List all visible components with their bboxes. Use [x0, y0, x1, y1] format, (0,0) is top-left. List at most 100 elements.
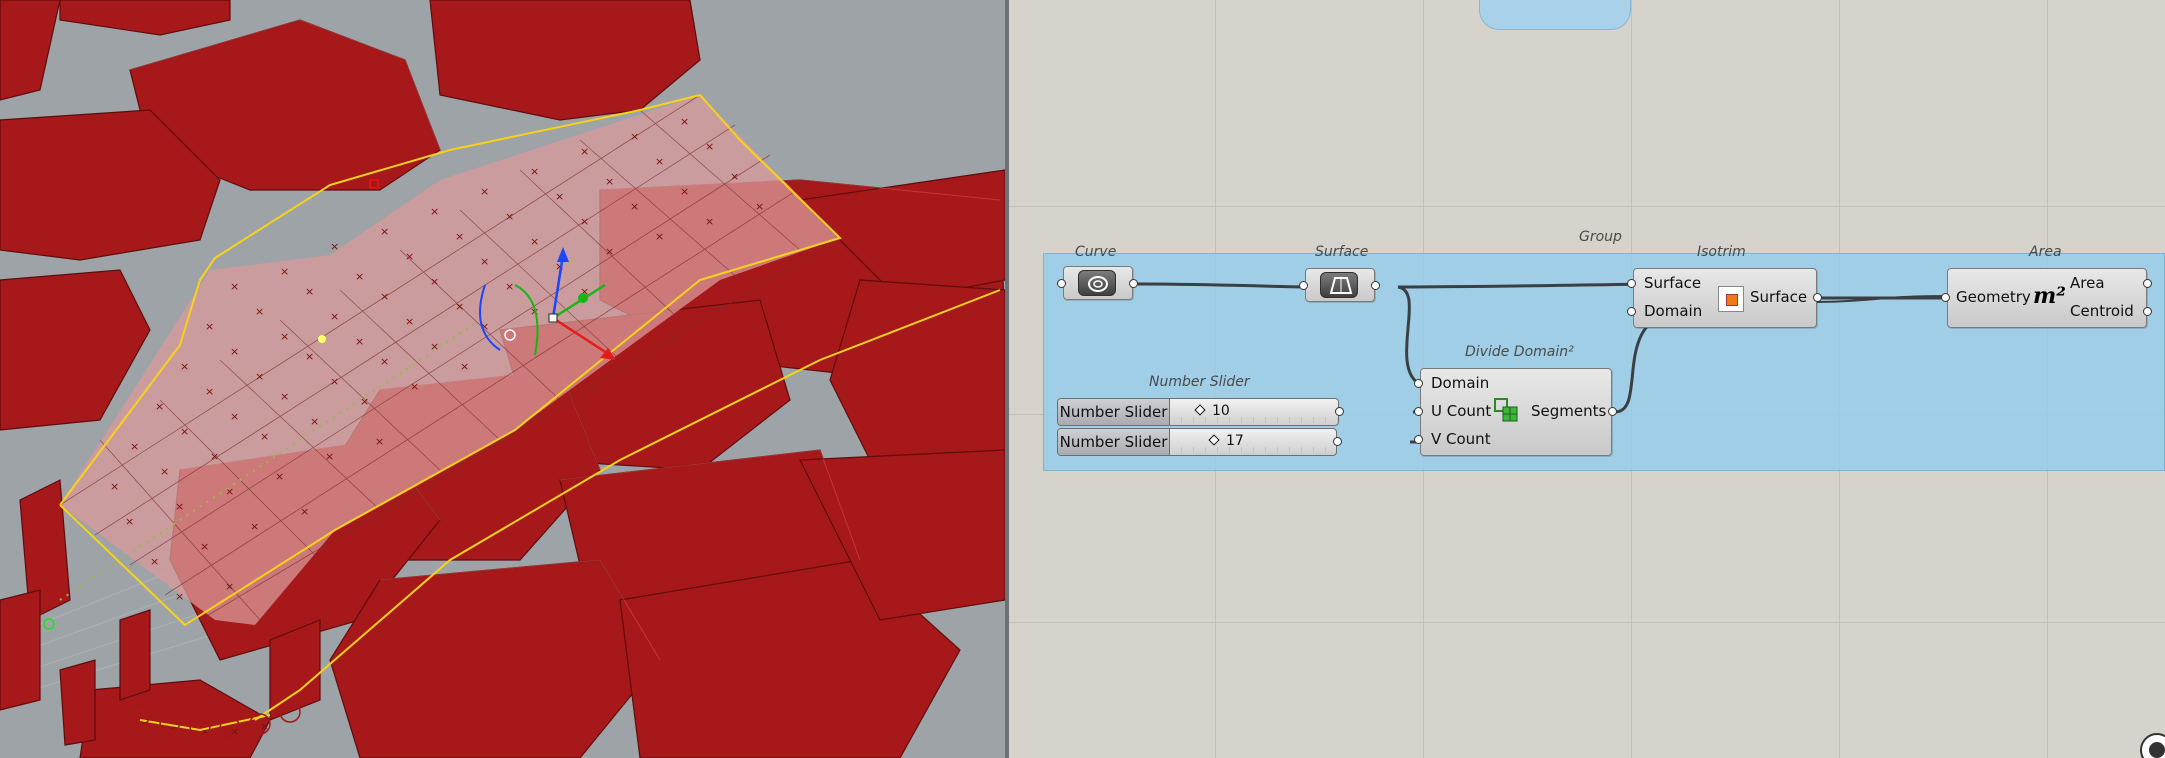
divide-output-segments: Segments: [1531, 402, 1607, 420]
svg-text:×: ×: [255, 370, 264, 383]
divide-domain-port[interactable]: [1414, 379, 1423, 388]
divide-input-ucount: U Count: [1431, 402, 1492, 420]
svg-text:×: ×: [505, 210, 514, 223]
curve-param-icon: [1078, 270, 1116, 296]
slider-2-value: 17: [1226, 433, 1244, 449]
svg-text:×: ×: [230, 345, 239, 358]
svg-text:×: ×: [225, 485, 234, 498]
isotrim-output-surface: Surface: [1750, 288, 1808, 306]
isotrim-input-surface: Surface: [1644, 274, 1702, 292]
svg-text:×: ×: [125, 515, 134, 528]
svg-text:×: ×: [160, 465, 169, 478]
svg-text:×: ×: [275, 470, 284, 483]
svg-text:×: ×: [180, 360, 189, 373]
svg-text:×: ×: [555, 190, 564, 203]
divide-ucount-port[interactable]: [1414, 407, 1423, 416]
svg-text:×: ×: [355, 270, 364, 283]
svg-text:×: ×: [680, 185, 689, 198]
slider-2-label: Number Slider: [1058, 429, 1170, 455]
divide-domain-icon: [1493, 397, 1521, 425]
svg-text:×: ×: [210, 450, 219, 463]
svg-text:×: ×: [505, 280, 514, 293]
rhino-viewport[interactable]: × × × × × × × × × × × × × × × × × × × × × × × × × × × × × × × × × × × × ×…: [0, 0, 1005, 758]
svg-text:×: ×: [755, 200, 764, 213]
isotrim-surface-port[interactable]: [1627, 279, 1636, 288]
curve-param[interactable]: [1063, 266, 1133, 300]
svg-text:×: ×: [705, 215, 714, 228]
svg-text:×: ×: [460, 360, 469, 373]
area-title: Area: [2029, 244, 2062, 260]
area-component[interactable]: Geometry m² Area Centroid: [1947, 268, 2147, 328]
svg-text:×: ×: [325, 450, 334, 463]
svg-text:×: ×: [305, 350, 314, 363]
surface-output-port[interactable]: [1371, 281, 1380, 290]
svg-text:×: ×: [405, 250, 414, 263]
svg-text:×: ×: [405, 315, 414, 328]
slider-1-rail[interactable]: 10: [1170, 399, 1338, 425]
svg-text:×: ×: [205, 385, 214, 398]
divide-input-vcount: V Count: [1431, 430, 1491, 448]
curve-title: Curve: [1075, 244, 1117, 260]
svg-text:×: ×: [430, 205, 439, 218]
isotrim-input-domain: Domain: [1644, 302, 1703, 320]
svg-text:×: ×: [530, 235, 539, 248]
number-slider-2[interactable]: Number Slider 17: [1057, 428, 1337, 456]
surface-title: Surface: [1315, 244, 1369, 260]
svg-text:×: ×: [355, 335, 364, 348]
svg-text:×: ×: [480, 185, 489, 198]
slider-2-rail[interactable]: 17: [1170, 429, 1336, 455]
svg-text:×: ×: [630, 200, 639, 213]
svg-text:×: ×: [200, 540, 209, 553]
slider-1-value: 10: [1212, 403, 1230, 419]
svg-text:×: ×: [280, 390, 289, 403]
svg-text:×: ×: [380, 355, 389, 368]
svg-text:×: ×: [255, 305, 264, 318]
slider-2-grip[interactable]: [1208, 434, 1220, 446]
area-input-geometry: Geometry: [1956, 288, 2031, 306]
svg-text:×: ×: [430, 275, 439, 288]
area-input-port[interactable]: [1941, 293, 1950, 302]
area-icon: m²: [2033, 283, 2066, 309]
svg-text:×: ×: [655, 230, 664, 243]
svg-text:×: ×: [225, 580, 234, 593]
slider-2-value-wrap[interactable]: 17: [1208, 433, 1244, 449]
surface-input-port[interactable]: [1299, 281, 1308, 290]
surface-param[interactable]: [1305, 268, 1375, 302]
svg-text:×: ×: [630, 130, 639, 143]
isotrim-domain-port[interactable]: [1627, 307, 1636, 316]
svg-text:×: ×: [180, 425, 189, 438]
svg-text:×: ×: [230, 410, 239, 423]
svg-text:×: ×: [480, 255, 489, 268]
isotrim-component[interactable]: Surface Domain Surface: [1633, 268, 1817, 328]
svg-text:×: ×: [330, 375, 339, 388]
svg-text:×: ×: [455, 300, 464, 313]
divide-domain-component[interactable]: Domain U Count V Count Segments: [1420, 368, 1612, 456]
slider-1-value-wrap[interactable]: 10: [1194, 403, 1230, 419]
area-output-centroid-port[interactable]: [2143, 307, 2152, 316]
divide-input-domain: Domain: [1431, 374, 1490, 392]
wire-curve-surface: [1132, 282, 1306, 289]
navigation-compass-icon[interactable]: [2135, 728, 2165, 758]
viewport-scene: × × × × × × × × × × × × × × × × × × × × × × × × × × × × × × × × × × × × ×…: [0, 0, 1005, 758]
svg-text:×: ×: [605, 245, 614, 258]
svg-text:×: ×: [375, 435, 384, 448]
number-slider-1[interactable]: Number Slider 10: [1057, 398, 1339, 426]
curve-input-port[interactable]: [1057, 279, 1066, 288]
slider-2-output-port[interactable]: [1333, 437, 1342, 446]
curve-output-port[interactable]: [1129, 279, 1138, 288]
isotrim-output-port[interactable]: [1813, 293, 1822, 302]
area-output-area-port[interactable]: [2143, 279, 2152, 288]
divide-segments-port[interactable]: [1608, 407, 1617, 416]
svg-text:×: ×: [705, 140, 714, 153]
svg-text:×: ×: [380, 290, 389, 303]
svg-text:×: ×: [330, 240, 339, 253]
svg-text:×: ×: [175, 500, 184, 513]
svg-text:×: ×: [305, 285, 314, 298]
divide-vcount-port[interactable]: [1414, 435, 1423, 444]
area-output-centroid: Centroid: [2070, 302, 2134, 320]
number-slider-title: Number Slider: [1149, 374, 1250, 390]
slider-1-output-port[interactable]: [1335, 407, 1344, 416]
svg-text:×: ×: [330, 310, 339, 323]
slider-1-grip[interactable]: [1194, 404, 1206, 416]
grasshopper-canvas[interactable]: Group Curve Surface Isotrim Surface Doma…: [1009, 0, 2165, 758]
